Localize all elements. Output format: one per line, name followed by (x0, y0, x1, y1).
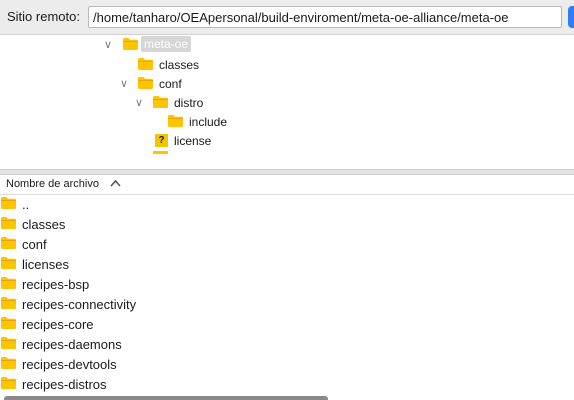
tree-item-meta-oe[interactable]: ∨ meta-oe (0, 35, 574, 54)
list-item[interactable]: .. (0, 194, 574, 214)
folder-icon (1, 297, 16, 309)
folder-icon (153, 96, 168, 108)
list-item[interactable]: recipes-devtools (0, 354, 574, 374)
list-item[interactable]: conf (0, 234, 574, 254)
chevron-down-icon[interactable]: ∨ (103, 35, 113, 54)
remote-path-bar: Sitio remoto: (0, 0, 574, 35)
tree-item-label: include (189, 115, 228, 129)
column-header-filename[interactable]: Nombre de archivo (6, 178, 99, 190)
folder-icon (1, 257, 16, 269)
folder-icon (1, 357, 16, 369)
tree-item-label: license (174, 134, 212, 148)
file-name: recipes-devtools (22, 357, 117, 372)
tree-item-license[interactable]: ? license (0, 131, 574, 150)
folder-icon (1, 377, 16, 389)
list-item[interactable]: recipes-core (0, 314, 574, 334)
question-mark-icon: ? (155, 134, 168, 147)
file-name: classes (22, 217, 66, 232)
sort-ascending-icon[interactable] (110, 179, 121, 187)
file-name: conf (22, 237, 47, 252)
file-name: licenses (22, 257, 69, 272)
path-history-dropdown-button[interactable] (568, 6, 574, 28)
tree-item-include[interactable]: include (0, 112, 574, 131)
file-list-horizontal-scrollbar[interactable] (4, 396, 328, 400)
file-name: recipes-core (22, 317, 94, 332)
folder-icon (1, 337, 16, 349)
file-list-header: Nombre de archivo (0, 175, 574, 195)
file-name: recipes-daemons (22, 337, 122, 352)
tree-item-label: distro (174, 96, 204, 110)
tree-item-label: classes (159, 58, 200, 72)
list-item[interactable]: recipes-bsp (0, 274, 574, 294)
folder-icon (1, 317, 16, 329)
file-name: recipes-connectivity (22, 297, 137, 312)
folder-icon (153, 151, 168, 154)
remote-path-label: Sitio remoto: (7, 9, 80, 24)
file-name: .. (22, 197, 30, 212)
remote-site-panel: Sitio remoto: ∨ meta-oe classes ∨ (0, 0, 574, 400)
folder-icon (1, 277, 16, 289)
folder-icon (123, 38, 138, 50)
tree-item-label: meta-oe (141, 36, 192, 52)
tree-item-label: conf (159, 77, 182, 91)
folder-icon (138, 58, 153, 70)
file-name: recipes-distros (22, 377, 107, 392)
list-item[interactable]: recipes-distros (0, 374, 574, 394)
tree-item-distro[interactable]: ∨ distro (0, 93, 574, 112)
folder-icon (1, 197, 16, 209)
tree-item-classes[interactable]: classes (0, 55, 574, 74)
remote-directory-tree: ∨ meta-oe classes ∨ conf ∨ distro includ… (0, 35, 574, 169)
chevron-down-icon[interactable]: ∨ (119, 74, 129, 93)
folder-icon (1, 237, 16, 249)
file-name: recipes-bsp (22, 277, 90, 292)
tree-item-conf[interactable]: ∨ conf (0, 74, 574, 93)
remote-path-input[interactable] (88, 6, 562, 28)
list-item[interactable]: recipes-connectivity (0, 294, 574, 314)
folder-icon (138, 77, 153, 89)
file-list: .. classes conf licenses recipes-bsp rec… (0, 194, 574, 394)
list-item[interactable]: recipes-daemons (0, 334, 574, 354)
chevron-down-icon[interactable]: ∨ (134, 93, 144, 112)
list-item[interactable]: classes (0, 214, 574, 234)
folder-icon (168, 115, 183, 127)
folder-icon (1, 217, 16, 229)
list-item[interactable]: licenses (0, 254, 574, 274)
